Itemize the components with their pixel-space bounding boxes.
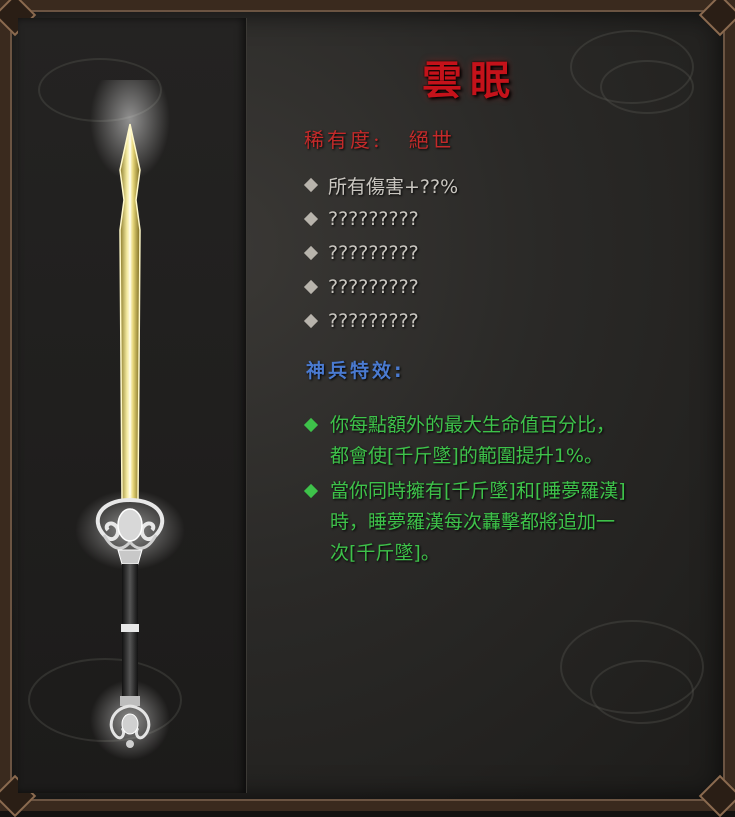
stat-text: ????????? [328, 310, 419, 332]
green-diamond-icon [303, 483, 319, 499]
special-effect-list: 你每點額外的最大生命值百分比， 都會使[千斤墜]的範圍提升1%。 當你同時擁有[… [302, 410, 702, 573]
stat-row: 所有傷害+??% [302, 168, 458, 202]
green-diamond-icon [303, 417, 319, 433]
special-effect-heading: 神兵特效: [306, 360, 405, 382]
special-effect-item: 當你同時擁有[千斤墜]和[睡夢羅漢] 時，睡夢羅漢每次轟擊都將追加一 次[千斤墜… [302, 476, 702, 569]
stat-row: ????????? [302, 304, 458, 338]
diamond-icon [303, 211, 319, 227]
stat-text: 所有傷害+??% [328, 175, 459, 198]
item-name: 雲眠 [422, 57, 518, 104]
stat-text: ????????? [328, 242, 419, 264]
sword-icon [75, 80, 185, 760]
stat-row: ????????? [302, 270, 458, 304]
diamond-icon [303, 313, 319, 329]
diamond-icon [303, 279, 319, 295]
stat-text: ????????? [328, 208, 419, 230]
stat-row: ????????? [302, 202, 458, 236]
special-effect-text: 你每點額外的最大生命值百分比， 都會使[千斤墜]的範圍提升1%。 [330, 414, 616, 467]
rarity-label: 稀有度: [304, 128, 383, 152]
cloud-decoration [590, 660, 694, 724]
rarity-value: 絕世 [408, 128, 455, 152]
diamond-icon [303, 177, 319, 193]
special-effect-text: 當你同時擁有[千斤墜]和[睡夢羅漢] 時，睡夢羅漢每次轟擊都將追加一 次[千斤墜… [330, 480, 626, 564]
special-effect-item: 你每點額外的最大生命值百分比， 都會使[千斤墜]的範圍提升1%。 [302, 410, 702, 472]
diamond-icon [303, 245, 319, 261]
frame-corner-ornament [698, 0, 735, 37]
rarity-line: 稀有度: 絕世 [304, 124, 455, 153]
stat-row: ????????? [302, 236, 458, 270]
stat-list: 所有傷害+??% ????????? ????????? ????????? ?… [302, 168, 458, 338]
stat-text: ????????? [328, 276, 419, 298]
